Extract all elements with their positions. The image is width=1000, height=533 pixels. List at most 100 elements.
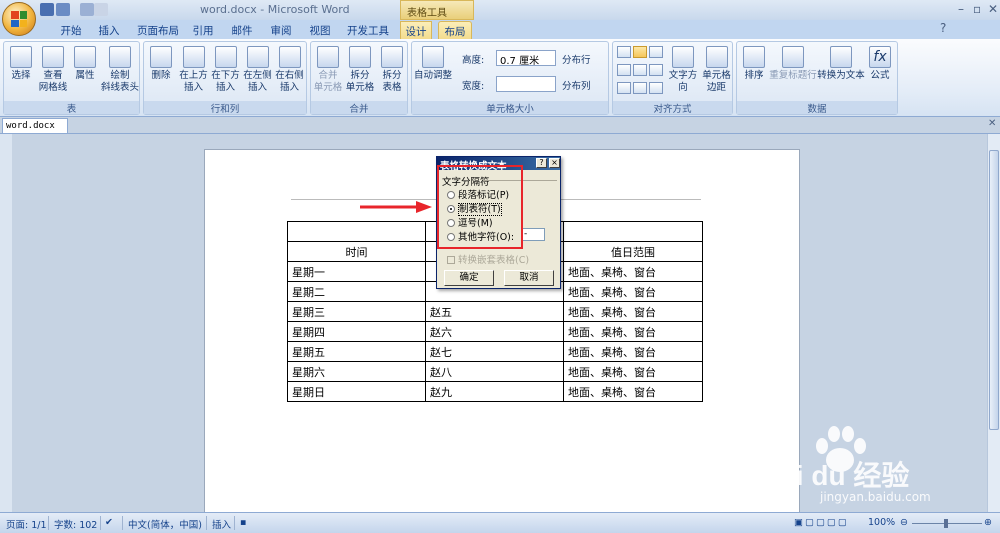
- doc-close-icon[interactable]: ✕: [988, 118, 996, 129]
- group-cell-size: 自动调整 高度: 0.7 厘米 宽度: 分布行 分布列 单元格大小: [411, 41, 609, 115]
- save-icon[interactable]: [40, 3, 54, 16]
- distribute-rows-button[interactable]: 分布行: [562, 52, 591, 66]
- table-cell[interactable]: 赵六: [425, 321, 564, 342]
- tab-page-layout[interactable]: 页面布局: [133, 21, 183, 39]
- table-row: 星期四 赵六 地面、桌椅、窗台: [287, 321, 703, 342]
- table-cell[interactable]: 地面、桌椅、窗台: [563, 321, 703, 342]
- repeat-header-rows-button[interactable]: 重复标题行: [769, 44, 817, 82]
- tab-mailings[interactable]: 邮件: [227, 21, 257, 39]
- table-cell[interactable]: 星期三: [287, 301, 426, 322]
- table-cell[interactable]: 地面、桌椅、窗台: [563, 381, 703, 402]
- tab-insert[interactable]: 插入: [94, 21, 124, 39]
- redo-icon[interactable]: [80, 3, 94, 16]
- table-cell[interactable]: 星期一: [287, 261, 426, 282]
- draw-diagonal-header-button[interactable]: 绘制 斜线表头: [100, 44, 140, 94]
- group-label-alignment: 对齐方式: [613, 101, 732, 115]
- word-count[interactable]: 字数: 102: [54, 517, 97, 531]
- table-cell[interactable]: 地面、桌椅、窗台: [563, 301, 703, 322]
- tab-references[interactable]: 引用: [188, 21, 218, 39]
- table-header-cell[interactable]: 值日范围: [563, 241, 703, 262]
- nested-tables-checkbox[interactable]: 转换嵌套表格(C): [447, 252, 529, 266]
- text-direction-button[interactable]: 文字方向: [665, 44, 701, 94]
- insert-right-button[interactable]: 在右侧 插入: [274, 44, 305, 94]
- print-preview-icon[interactable]: [94, 3, 108, 16]
- width-input[interactable]: [496, 76, 556, 92]
- select-button[interactable]: 选择: [6, 44, 36, 82]
- table-cell[interactable]: 地面、桌椅、窗台: [563, 341, 703, 362]
- tab-view[interactable]: 视图: [305, 21, 335, 39]
- document-tab[interactable]: word.docx: [2, 118, 68, 134]
- undo-icon[interactable]: [56, 3, 70, 16]
- cancel-button[interactable]: 取消: [504, 270, 554, 286]
- align-top-center-icon[interactable]: [633, 46, 647, 58]
- insert-mode[interactable]: 插入: [212, 517, 231, 531]
- table-cell[interactable]: 星期五: [287, 341, 426, 362]
- other-char-input[interactable]: -: [521, 228, 545, 241]
- table-cell[interactable]: 赵五: [425, 301, 564, 322]
- align-top-right-icon[interactable]: [649, 46, 663, 58]
- title-bar: word.docx - Microsoft Word 表格工具 – ▫ ✕: [0, 0, 1000, 20]
- insert-above-button[interactable]: 在上方 插入: [178, 44, 209, 94]
- language[interactable]: 中文(简体，中国): [128, 517, 202, 531]
- office-button[interactable]: [2, 2, 36, 36]
- tab-home[interactable]: 开始: [56, 21, 86, 39]
- align-bottom-right-icon[interactable]: [649, 82, 663, 94]
- align-bottom-left-icon[interactable]: [617, 82, 631, 94]
- page-count[interactable]: 页面: 1/1: [6, 517, 47, 531]
- table-cell[interactable]: 星期日: [287, 381, 426, 402]
- split-table-button[interactable]: 拆分 表格: [377, 44, 407, 94]
- autofit-button[interactable]: 自动调整: [414, 44, 452, 82]
- delete-button[interactable]: 删除: [146, 44, 176, 82]
- split-cells-button[interactable]: 拆分 单元格: [345, 44, 375, 94]
- cell-margins-button[interactable]: 单元格 边距: [701, 44, 732, 94]
- table-cell[interactable]: 赵八: [425, 361, 564, 382]
- view-gridlines-button[interactable]: 查看 网格线: [36, 44, 70, 94]
- height-input[interactable]: 0.7 厘米: [496, 50, 556, 67]
- close-icon[interactable]: ✕: [988, 2, 998, 16]
- view-buttons[interactable]: ▣▢▢▢▢: [794, 517, 849, 528]
- table-header-cell[interactable]: 时间: [287, 241, 426, 262]
- zoom-out-icon[interactable]: ⊖: [900, 517, 908, 528]
- dialog-help-button[interactable]: ?: [536, 158, 547, 168]
- status-separator: [234, 516, 235, 530]
- align-middle-center-icon[interactable]: [633, 64, 647, 76]
- table-cell[interactable]: 星期二: [287, 281, 426, 302]
- tab-review[interactable]: 审阅: [266, 21, 296, 39]
- tab-developer[interactable]: 开发工具: [344, 21, 392, 39]
- zoom-in-icon[interactable]: ⊕: [984, 517, 992, 528]
- table-cell[interactable]: 星期六: [287, 361, 426, 382]
- macro-record-icon[interactable]: ▪: [240, 517, 246, 528]
- tab-design[interactable]: 设计: [400, 21, 432, 39]
- align-top-left-icon[interactable]: [617, 46, 631, 58]
- convert-to-text-button[interactable]: 转换为文本: [817, 44, 865, 82]
- table-cell[interactable]: 星期四: [287, 321, 426, 342]
- properties-button[interactable]: 属性: [70, 44, 100, 82]
- minimize-icon[interactable]: –: [958, 2, 964, 16]
- table-cell[interactable]: 地面、桌椅、窗台: [563, 361, 703, 382]
- group-data: 排序 重复标题行 转换为文本 fx 公式 数据: [736, 41, 898, 115]
- proofing-icon[interactable]: ✔: [105, 517, 113, 528]
- zoom-slider-thumb[interactable]: [944, 519, 948, 528]
- insert-below-button[interactable]: 在下方 插入: [210, 44, 241, 94]
- ribbon: 选择 查看 网格线 属性 绘制 斜线表头 表 删除 在上方 插入 在下方 插入 在左侧插…: [0, 39, 1000, 117]
- distribute-columns-button[interactable]: 分布列: [562, 78, 591, 92]
- align-middle-right-icon[interactable]: [649, 64, 663, 76]
- sort-button[interactable]: 排序: [739, 44, 769, 82]
- table-cell[interactable]: 地面、桌椅、窗台: [563, 261, 703, 282]
- align-middle-left-icon[interactable]: [617, 64, 631, 76]
- width-label: 宽度:: [462, 81, 485, 92]
- align-bottom-center-icon[interactable]: [633, 82, 647, 94]
- table-cell[interactable]: 赵九: [425, 381, 564, 402]
- help-icon[interactable]: ?: [940, 21, 946, 35]
- dialog-close-button[interactable]: ×: [549, 158, 560, 168]
- table-cell[interactable]: 地面、桌椅、窗台: [563, 281, 703, 302]
- insert-left-button[interactable]: 在左侧 插入: [242, 44, 273, 94]
- formula-button[interactable]: fx 公式: [865, 44, 895, 82]
- tab-layout[interactable]: 布局: [438, 21, 472, 39]
- table-cell[interactable]: 赵七: [425, 341, 564, 362]
- ok-button[interactable]: 确定: [444, 270, 494, 286]
- restore-icon[interactable]: ▫: [973, 2, 981, 16]
- merge-cells-button[interactable]: 合并 单元格: [313, 44, 343, 94]
- scrollbar-thumb[interactable]: [989, 150, 999, 430]
- zoom-level[interactable]: 100%: [868, 517, 895, 528]
